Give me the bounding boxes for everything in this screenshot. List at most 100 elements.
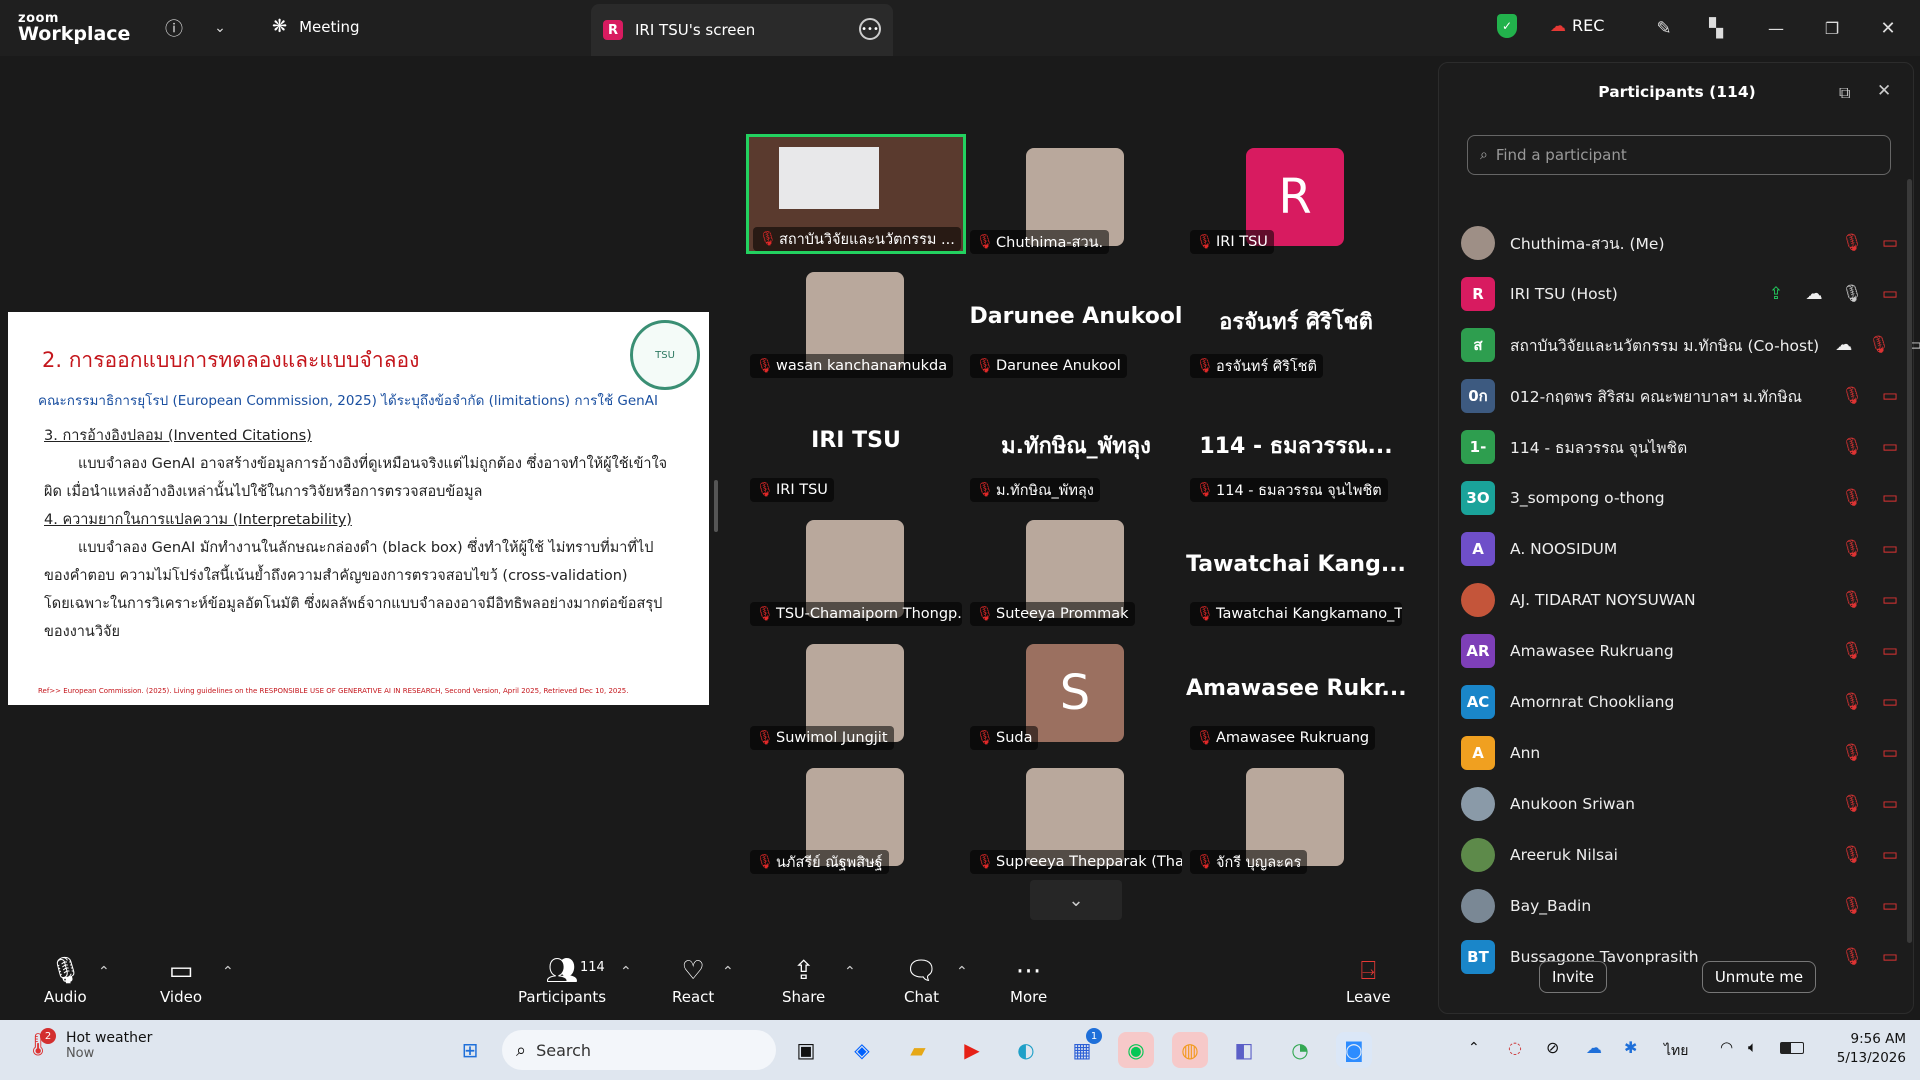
tray-app-icon[interactable]: ◌ [1508,1038,1522,1057]
camera-off-icon[interactable]: ▭ [1879,794,1901,814]
participant-list-scrollbar[interactable] [1907,179,1912,943]
video-tile[interactable]: S 🎙︎ Suda [966,630,1186,750]
mic-muted-icon[interactable]: 🎙︎ [1841,743,1863,763]
video-button[interactable]: ▭ Video [160,954,202,1006]
participant-row[interactable]: 3O 3_sompong o-thong 🎙︎ ▭ [1461,475,1901,521]
participant-row[interactable]: Areeruk Nilsai 🎙︎ ▭ [1461,832,1901,878]
react-options-chevron-icon[interactable]: ⌃ [722,964,734,980]
camera-off-icon[interactable]: ▭ [1879,488,1901,508]
mic-muted-icon[interactable]: 🎙︎ [1841,692,1863,712]
more-options-icon[interactable]: ••• [859,18,881,40]
participant-row[interactable]: ส สถาบันวิจัยและนวัตกรรม ม.ทักษิณ (Co-hos… [1461,322,1920,368]
wifi-icon[interactable]: ◠ [1720,1038,1733,1056]
tab-shared-screen[interactable]: R IRI TSU's screen ••• [591,4,893,56]
participant-row[interactable]: Bay_Badin 🎙︎ ▭ [1461,883,1901,929]
teams-icon[interactable]: ◧ [1226,1032,1262,1068]
mic-muted-icon[interactable]: 🎙︎ [1841,539,1863,559]
audio-button[interactable]: 🎙︎ Audio [44,954,87,1006]
annotate-pen-icon[interactable]: ✎ [1648,12,1680,44]
encryption-shield-icon[interactable]: ✓ [1497,14,1517,38]
mic-muted-icon[interactable]: 🎙︎ [1841,233,1863,253]
input-language-indicator[interactable]: ไทย [1664,1040,1688,1062]
camera-off-icon[interactable]: ▭ [1879,947,1901,967]
invite-button[interactable]: Invite [1539,961,1607,993]
video-tile[interactable]: 🎙︎ จักรี บุญละคร [1186,754,1406,874]
close-icon[interactable]: ✕ [1874,12,1902,44]
participant-row[interactable]: AR Amawasee Rukruang 🎙︎ ▭ [1461,628,1901,674]
mic-muted-icon[interactable]: 🎙︎ [1841,488,1863,508]
share-button[interactable]: ⇪ Share [782,954,825,1006]
participant-row[interactable]: Chuthima-สวน. (Me) 🎙︎ ▭ [1461,220,1901,266]
mic-muted-icon[interactable]: 🎙︎ [1841,845,1863,865]
clock[interactable]: 9:56 AM 5/13/2026 [1818,1030,1906,1068]
chat-button[interactable]: 🗨︎ Chat [904,954,939,1006]
taskbar-search[interactable]: ⌕ Search [502,1030,776,1070]
participant-row[interactable]: 1- 114 - ธมลวรรณ จุนไพชิต 🎙︎ ▭ [1461,424,1901,470]
video-tile[interactable]: Tawatchai Kang... 🎙︎ Tawatchai Kangkamano_… [1186,506,1406,626]
video-tile[interactable]: 🎙︎ สถาบันวิจัยและนวัตกรรม ... [746,134,966,254]
info-icon[interactable]: ⓘ [160,14,188,42]
camera-off-icon[interactable]: ▭ [1879,539,1901,559]
camera-off-icon[interactable]: ▭ [1879,845,1901,865]
mic-muted-icon[interactable]: 🎙︎ [1841,437,1863,457]
mic-muted-icon[interactable]: 🎙︎ [1841,641,1863,661]
leave-button[interactable]: ⍈ Leave [1346,954,1391,1006]
participants-options-chevron-icon[interactable]: ⌃ [620,964,632,980]
more-button[interactable]: ⋯ More [1010,954,1047,1006]
line-app-icon[interactable]: ◉ [1118,1032,1154,1068]
task-view-icon[interactable]: ▣ [788,1032,824,1068]
mic-muted-icon[interactable]: 🎙︎ [1841,590,1863,610]
participant-row[interactable]: R IRI TSU (Host) ⇪ ☁ 🎙︎ ▭ [1461,271,1901,317]
video-tile[interactable]: 🎙︎ wasan kanchanamukda [746,258,966,378]
participant-row[interactable]: Anukoon Sriwan 🎙︎ ▭ [1461,781,1901,827]
volume-icon[interactable]: 🔈︎ [1748,1038,1757,1056]
video-tile[interactable]: IRI TSU 🎙︎ IRI TSU [746,382,966,502]
camera-off-icon[interactable]: ▭ [1879,437,1901,457]
video-tile[interactable]: Amawasee Rukr... 🎙︎ Amawasee Rukruang [1186,630,1407,750]
weather-widget[interactable]: 🌡︎ 2 Hot weather Now [24,1028,152,1061]
camera-off-icon[interactable]: ▭ [1879,590,1901,610]
camera-off-icon[interactable]: ▭ [1879,284,1901,304]
video-tile[interactable]: Darunee Anukool 🎙︎ Darunee Anukool [966,258,1186,378]
tray-onedrive-icon[interactable]: ☁ [1586,1038,1602,1057]
camera-off-icon[interactable]: ▭ [1879,896,1901,916]
participant-row[interactable]: A A. NOOSIDUM 🎙︎ ▭ [1461,526,1901,572]
tray-cloud-off-icon[interactable]: ⊘ [1546,1038,1559,1057]
edge-browser-icon[interactable]: ◐ [1008,1032,1044,1068]
unmute-me-button[interactable]: Unmute me [1702,961,1816,993]
recording-indicator[interactable]: ☁ REC [1550,16,1604,35]
participant-row[interactable]: AJ. TIDARAT NOYSUWAN 🎙︎ ▭ [1461,577,1901,623]
mic-muted-icon[interactable]: 🎙︎ [1841,947,1863,967]
pop-out-icon[interactable]: ⧉ [1839,83,1850,103]
camera-off-icon[interactable]: ▭ [1879,233,1901,253]
zoom-app-icon[interactable]: ◙ [1336,1032,1372,1068]
camera-off-icon[interactable]: ▭ [1879,641,1901,661]
mic-muted-icon[interactable]: 🎙︎ [1841,794,1863,814]
participant-search-input[interactable]: ⌕ Find a participant [1467,135,1891,175]
video-tile[interactable]: 🎙︎ Suteeya Prommak [966,506,1186,626]
youtube-icon[interactable]: ▶ [954,1032,990,1068]
file-explorer-icon[interactable]: ▰ [900,1032,936,1068]
vpn-app-icon[interactable]: ◍ [1172,1032,1208,1068]
video-options-chevron-icon[interactable]: ⌃ [222,964,234,980]
video-tile[interactable]: 🎙︎ TSU-Chamaiporn Thongp... [746,506,966,626]
mic-icon[interactable]: 🎙︎ [1841,284,1863,304]
system-tray-chevron-icon[interactable]: ⌃ [1468,1040,1480,1056]
participant-row[interactable]: AC Amornrat Chookliang 🎙︎ ▭ [1461,679,1901,725]
participant-row[interactable]: A Ann 🎙︎ ▭ [1461,730,1901,776]
react-button[interactable]: ♡ React [672,954,714,1006]
video-tile[interactable]: 🎙︎ Supreeya Thepparak (Tha... [966,754,1186,874]
camera-off-icon[interactable]: ▭ [1879,743,1901,763]
video-tile[interactable]: อรจันทร์ ศิริโชติ 🎙︎ อรจันทร์ ศิริโชติ [1186,258,1406,378]
windows-start-icon[interactable]: ⊞ [452,1032,488,1068]
video-tile[interactable]: 114 - ธมลวรรณ... 🎙︎ 114 - ธมลวรรณ จุนไพชิต [1186,382,1406,502]
video-tile[interactable]: 🎙︎ Chuthima-สวน. [966,134,1186,254]
split-resize-handle[interactable] [714,480,718,532]
chrome-icon[interactable]: ◔ [1282,1032,1318,1068]
video-tile[interactable]: R 🎙︎ IRI TSU [1186,134,1406,254]
restore-icon[interactable]: ❐ [1818,12,1846,44]
tray-bluetooth-icon[interactable]: ✱ [1624,1038,1637,1057]
share-options-chevron-icon[interactable]: ⌃ [844,964,856,980]
mic-muted-icon[interactable]: 🎙︎ [1868,335,1890,355]
camera-off-icon[interactable]: ▭ [1879,692,1901,712]
